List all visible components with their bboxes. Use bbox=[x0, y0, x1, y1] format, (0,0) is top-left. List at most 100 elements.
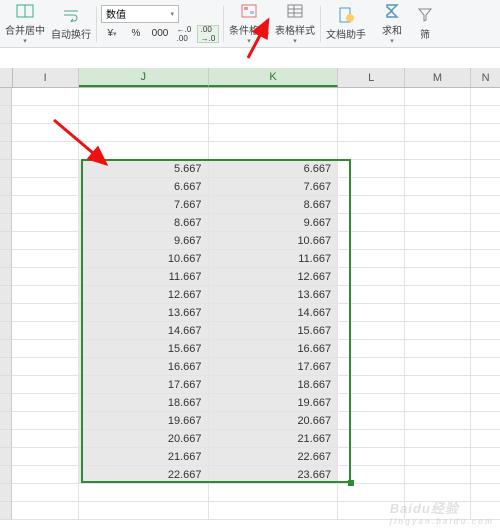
cell[interactable] bbox=[338, 286, 404, 304]
cell[interactable] bbox=[12, 160, 78, 178]
cell[interactable] bbox=[12, 124, 78, 142]
cell[interactable] bbox=[405, 376, 471, 394]
cell[interactable]: 10.667 bbox=[79, 250, 209, 268]
row-header[interactable] bbox=[0, 142, 12, 160]
cell[interactable] bbox=[338, 340, 404, 358]
decrease-decimal-button[interactable]: .00→.0 bbox=[197, 25, 219, 43]
cell[interactable] bbox=[471, 430, 500, 448]
col-header-m[interactable]: M bbox=[405, 68, 471, 87]
cell[interactable] bbox=[12, 214, 78, 232]
cell[interactable] bbox=[12, 430, 78, 448]
cell[interactable] bbox=[338, 322, 404, 340]
cell[interactable] bbox=[471, 322, 500, 340]
cell[interactable] bbox=[338, 214, 404, 232]
row-header[interactable] bbox=[0, 124, 12, 142]
cell[interactable]: 20.667 bbox=[209, 412, 339, 430]
cell[interactable] bbox=[471, 340, 500, 358]
cell[interactable] bbox=[338, 430, 404, 448]
currency-button[interactable]: ¥▾ bbox=[101, 25, 123, 43]
cell[interactable] bbox=[12, 502, 78, 520]
row-header[interactable] bbox=[0, 430, 12, 448]
cell[interactable] bbox=[471, 394, 500, 412]
cell[interactable] bbox=[471, 160, 500, 178]
cell[interactable] bbox=[471, 502, 500, 520]
cell[interactable] bbox=[405, 196, 471, 214]
cell[interactable] bbox=[405, 106, 471, 124]
cell[interactable] bbox=[338, 196, 404, 214]
cell[interactable]: 14.667 bbox=[79, 322, 209, 340]
cell[interactable] bbox=[338, 124, 404, 142]
cell[interactable] bbox=[209, 502, 339, 520]
col-header-j[interactable]: J bbox=[79, 68, 209, 87]
row-header[interactable] bbox=[0, 250, 12, 268]
cell[interactable] bbox=[471, 484, 500, 502]
cell[interactable] bbox=[209, 124, 339, 142]
cell[interactable] bbox=[12, 340, 78, 358]
cell[interactable]: 14.667 bbox=[209, 304, 339, 322]
cell[interactable]: 15.667 bbox=[79, 340, 209, 358]
select-all-corner[interactable] bbox=[0, 68, 13, 87]
cell[interactable] bbox=[12, 196, 78, 214]
cell[interactable] bbox=[338, 466, 404, 484]
row-header[interactable] bbox=[0, 214, 12, 232]
cell[interactable] bbox=[209, 88, 339, 106]
cell[interactable]: 21.667 bbox=[209, 430, 339, 448]
cell[interactable]: 7.667 bbox=[79, 196, 209, 214]
cell[interactable] bbox=[471, 448, 500, 466]
cell[interactable] bbox=[338, 502, 404, 520]
row-header[interactable] bbox=[0, 232, 12, 250]
cell[interactable] bbox=[471, 304, 500, 322]
cell[interactable] bbox=[12, 178, 78, 196]
cell[interactable]: 7.667 bbox=[209, 178, 339, 196]
cell[interactable]: 5.667 bbox=[79, 160, 209, 178]
row-header[interactable] bbox=[0, 412, 12, 430]
cell[interactable] bbox=[12, 142, 78, 160]
cell[interactable] bbox=[338, 394, 404, 412]
cell[interactable] bbox=[209, 142, 339, 160]
cell[interactable] bbox=[405, 412, 471, 430]
cell[interactable] bbox=[405, 466, 471, 484]
wrap-text-button[interactable]: 自动换行 bbox=[48, 2, 94, 46]
cell[interactable] bbox=[338, 268, 404, 286]
cell[interactable] bbox=[338, 106, 404, 124]
cell[interactable] bbox=[12, 448, 78, 466]
cell[interactable] bbox=[405, 88, 471, 106]
cell[interactable] bbox=[12, 484, 78, 502]
row-header[interactable] bbox=[0, 88, 12, 106]
cell[interactable] bbox=[405, 358, 471, 376]
cell[interactable] bbox=[471, 358, 500, 376]
cell[interactable] bbox=[338, 304, 404, 322]
cell[interactable] bbox=[471, 178, 500, 196]
cell[interactable] bbox=[471, 88, 500, 106]
cell[interactable] bbox=[338, 178, 404, 196]
cell[interactable] bbox=[471, 124, 500, 142]
cell[interactable] bbox=[405, 232, 471, 250]
row-header[interactable] bbox=[0, 304, 12, 322]
cell[interactable] bbox=[471, 376, 500, 394]
cell[interactable] bbox=[79, 88, 209, 106]
cell[interactable] bbox=[405, 304, 471, 322]
cell[interactable] bbox=[338, 88, 404, 106]
cell[interactable] bbox=[471, 106, 500, 124]
cell[interactable] bbox=[12, 268, 78, 286]
cell[interactable]: 12.667 bbox=[79, 286, 209, 304]
cell[interactable] bbox=[405, 430, 471, 448]
cell[interactable]: 10.667 bbox=[209, 232, 339, 250]
cell[interactable] bbox=[12, 376, 78, 394]
cell[interactable] bbox=[405, 340, 471, 358]
cell[interactable] bbox=[471, 286, 500, 304]
cell[interactable] bbox=[79, 484, 209, 502]
cell[interactable]: 6.667 bbox=[79, 178, 209, 196]
cell[interactable] bbox=[12, 466, 78, 484]
cell[interactable] bbox=[338, 448, 404, 466]
cell[interactable] bbox=[405, 160, 471, 178]
cell[interactable] bbox=[405, 214, 471, 232]
cell[interactable] bbox=[338, 142, 404, 160]
row-header[interactable] bbox=[0, 268, 12, 286]
cell[interactable]: 8.667 bbox=[79, 214, 209, 232]
table-style-button[interactable]: 表格样式 ▾ bbox=[272, 2, 318, 46]
cell[interactable]: 9.667 bbox=[79, 232, 209, 250]
cell[interactable] bbox=[405, 250, 471, 268]
cell[interactable] bbox=[12, 250, 78, 268]
cell[interactable] bbox=[79, 106, 209, 124]
